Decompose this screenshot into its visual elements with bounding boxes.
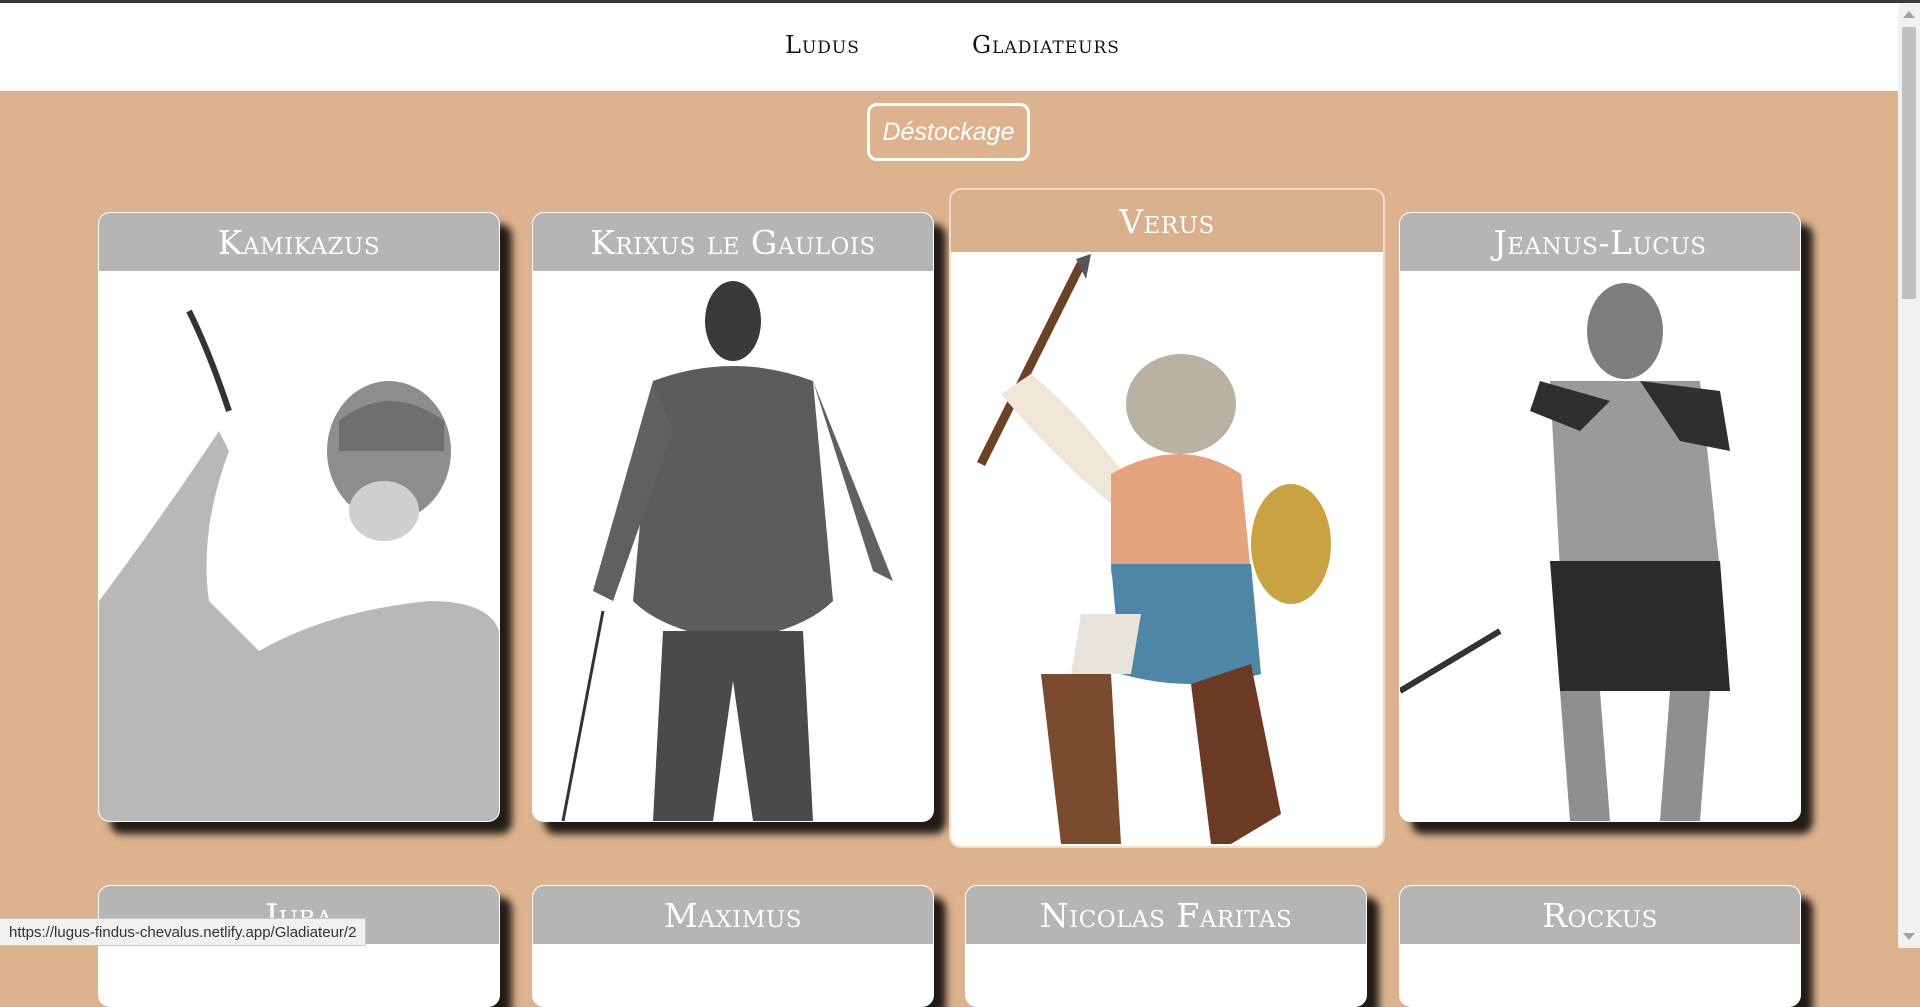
nav-link-ludus[interactable]: Ludus [785, 31, 860, 59]
gladiator-name: Krixus le Gaulois [533, 213, 933, 271]
vertical-scrollbar[interactable] [1898, 3, 1920, 948]
gladiator-photo [1400, 283, 1730, 821]
gladiator-name: Nicolas Faritas [966, 886, 1366, 944]
gladiator-name: Rockus [1400, 886, 1800, 944]
gladiator-card[interactable]: Jeanus-Lucus [1399, 212, 1801, 822]
scroll-thumb[interactable] [1902, 27, 1916, 299]
navbar: Ludus Gladiateurs [0, 3, 1898, 91]
gladiator-card-active[interactable]: Verus [949, 188, 1385, 848]
gladiator-card[interactable]: Kamikazus [98, 212, 500, 822]
gladiator-photo [99, 309, 499, 821]
gladiator-card[interactable]: Maximus [532, 885, 934, 1007]
gladiator-name: Jeanus-Lucus [1400, 213, 1800, 271]
gladiator-card[interactable]: Nicolas Faritas [965, 885, 1367, 1007]
gladiator-name: Maximus [533, 886, 933, 944]
scroll-up-icon[interactable] [1903, 11, 1915, 18]
gladiator-card[interactable]: Krixus le Gaulois [532, 212, 934, 822]
gladiator-name: Kamikazus [99, 213, 499, 271]
gladiator-card[interactable]: Rockus [1399, 885, 1801, 1007]
scroll-down-icon[interactable] [1903, 933, 1915, 940]
gladiator-card[interactable]: Juba [98, 885, 500, 1007]
gladiator-name: Verus [951, 190, 1383, 252]
gladiator-illustration [976, 254, 1331, 844]
link-status-bar: https://lugus-findus-chevalus.netlify.ap… [0, 918, 367, 946]
nav-link-gladiateurs[interactable]: Gladiateurs [972, 31, 1120, 59]
destockage-button[interactable]: Déstockage [867, 103, 1030, 161]
gladiator-photo [561, 281, 893, 821]
